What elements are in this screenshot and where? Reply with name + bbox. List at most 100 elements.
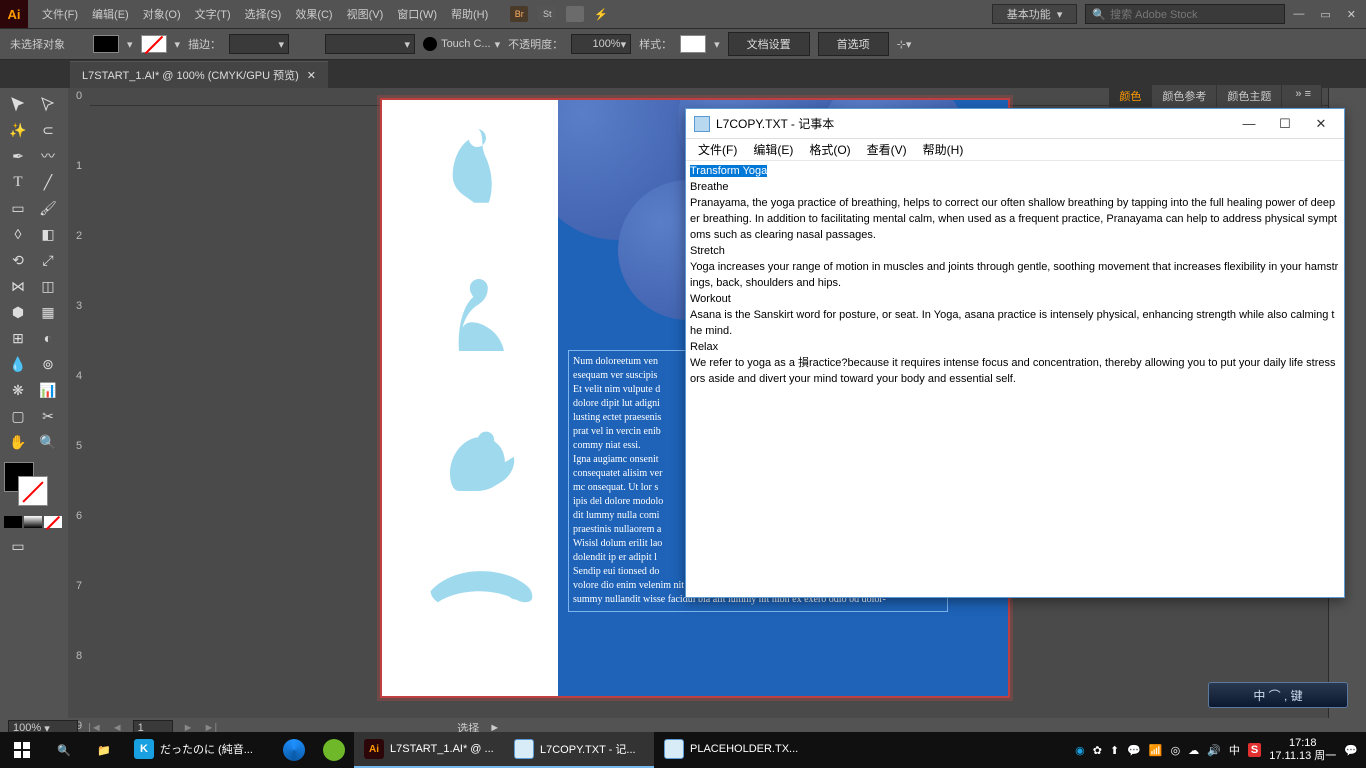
panel-more-icon[interactable]: » ≡ [1282, 85, 1322, 107]
scale-tool[interactable]: ⤢ [34, 248, 62, 272]
notepad-min-icon[interactable]: — [1234, 116, 1264, 131]
menu-type[interactable]: 文字(T) [189, 2, 237, 26]
tray-wechat-icon[interactable]: 💬 [1127, 744, 1141, 757]
paintbrush-tool[interactable]: 🖌 [34, 196, 62, 220]
eraser-tool[interactable]: ◧ [34, 222, 62, 246]
artboard-tool[interactable]: ▢ [4, 404, 32, 428]
free-transform-tool[interactable]: ◫ [34, 274, 62, 298]
stroke-weight-dropdown[interactable]: ▾ [229, 34, 289, 54]
gpu-icon[interactable]: ⚡ [594, 8, 608, 21]
tray-notifications-icon[interactable]: 💬 [1344, 744, 1358, 757]
width-tool[interactable]: ⋈ [4, 274, 32, 298]
tray-icon[interactable]: ⬆ [1110, 744, 1119, 757]
stock-icon[interactable]: St [538, 6, 556, 22]
brush-swatch[interactable]: Touch C... ▾ [423, 37, 500, 51]
notepad-window[interactable]: L7COPY.TXT - 记事本 — ☐ ✕ 文件(F) 编辑(E) 格式(O)… [685, 108, 1345, 598]
vwp-dropdown[interactable]: ▾ [325, 34, 415, 54]
stroke-swatch[interactable] [141, 35, 167, 53]
hand-tool[interactable]: ✋ [4, 430, 32, 454]
prefs-button[interactable]: 首选项 [818, 32, 889, 56]
window-min-icon[interactable]: — [1293, 8, 1304, 21]
tab-close-icon[interactable]: ✕ [307, 69, 316, 82]
ime-indicator[interactable]: 中 ⌒ , 键 [1208, 682, 1348, 708]
document-tab[interactable]: L7START_1.AI* @ 100% (CMYK/GPU 预览) ✕ [70, 61, 328, 88]
menu-edit[interactable]: 编辑(E) [86, 2, 135, 26]
taskbar-clock[interactable]: 17:18 17.11.13 周一 [1269, 737, 1336, 763]
taskbar-notepad-1[interactable]: L7COPY.TXT - 记... [504, 732, 654, 768]
explorer-icon[interactable]: 📁 [84, 732, 124, 768]
zoom-tool[interactable]: 🔍 [34, 430, 62, 454]
menu-select[interactable]: 选择(S) [239, 2, 288, 26]
stroke-color[interactable] [18, 476, 48, 506]
color-mode-solid[interactable] [4, 516, 22, 528]
taskbar-illustrator[interactable]: AiL7START_1.AI* @ ... [354, 732, 504, 768]
taskbar-browser[interactable] [314, 732, 354, 768]
symbol-sprayer-tool[interactable]: ❋ [4, 378, 32, 402]
bridge-icon[interactable]: Br [510, 6, 528, 22]
window-max-icon[interactable]: ▭ [1320, 8, 1330, 21]
tray-icon[interactable]: ◉ [1075, 744, 1085, 757]
fill-swatch[interactable] [93, 35, 119, 53]
yoga-pose-4[interactable] [426, 550, 536, 640]
line-tool[interactable]: ╱ [34, 170, 62, 194]
perspective-tool[interactable]: ▦ [34, 300, 62, 324]
lasso-tool[interactable]: ⊂ [34, 118, 62, 142]
search-stock-input[interactable]: 🔍 搜索 Adobe Stock [1085, 4, 1285, 24]
start-button[interactable] [0, 732, 44, 768]
taskbar-kugou[interactable]: Kだったのに (純音... [124, 732, 274, 768]
direct-selection-tool[interactable] [34, 92, 62, 116]
rotate-tool[interactable]: ⟲ [4, 248, 32, 272]
tray-onedrive-icon[interactable]: ☁ [1188, 744, 1199, 757]
taskbar-notepad-2[interactable]: PLACEHOLDER.TX... [654, 732, 808, 768]
menu-effect[interactable]: 效果(C) [289, 2, 338, 26]
menu-window[interactable]: 窗口(W) [391, 2, 443, 26]
blend-tool[interactable]: ⊚ [34, 352, 62, 376]
pen-tool[interactable]: ✒ [4, 144, 32, 168]
shape-builder-tool[interactable]: ⬢ [4, 300, 32, 324]
arrange-icon[interactable] [566, 6, 584, 22]
menu-object[interactable]: 对象(O) [137, 2, 187, 26]
style-swatch[interactable] [680, 35, 706, 53]
notepad-max-icon[interactable]: ☐ [1270, 116, 1300, 132]
menu-view[interactable]: 视图(V) [341, 2, 390, 26]
notepad-close-icon[interactable]: ✕ [1306, 116, 1336, 132]
shaper-tool[interactable]: ◊ [4, 222, 32, 246]
taskbar-edge[interactable] [274, 732, 314, 768]
selection-tool[interactable] [4, 92, 32, 116]
menu-file[interactable]: 文件(F) [36, 2, 84, 26]
tab-color-guide[interactable]: 颜色参考 [1152, 85, 1217, 107]
magic-wand-tool[interactable]: ✨ [4, 118, 32, 142]
np-menu-help[interactable]: 帮助(H) [917, 139, 970, 160]
rectangle-tool[interactable]: ▭ [4, 196, 32, 220]
tray-volume-icon[interactable]: 🔊 [1207, 744, 1221, 757]
search-icon[interactable]: 🔍 [44, 732, 84, 768]
yoga-pose-1[interactable] [432, 120, 522, 210]
transform-icon[interactable]: ⊹▾ [897, 38, 912, 51]
tray-network-icon[interactable]: 📶 [1149, 744, 1163, 757]
tab-color-themes[interactable]: 颜色主题 [1217, 85, 1282, 107]
color-mode-gradient[interactable] [24, 516, 42, 528]
opacity-dropdown[interactable]: 100% ▾ [571, 34, 631, 54]
yoga-pose-3[interactable] [432, 410, 522, 500]
tab-color[interactable]: 颜色 [1109, 85, 1152, 107]
workspace-switcher[interactable]: 基本功能 ▾ [992, 4, 1078, 24]
np-menu-view[interactable]: 查看(V) [861, 139, 913, 160]
np-menu-file[interactable]: 文件(F) [692, 139, 743, 160]
notepad-textarea[interactable]: Transform Yoga Breathe Pranayama, the yo… [686, 161, 1344, 597]
menu-help[interactable]: 帮助(H) [445, 2, 494, 26]
tray-icon[interactable]: ✿ [1093, 744, 1102, 757]
doc-setup-button[interactable]: 文档设置 [728, 32, 810, 56]
gradient-tool[interactable]: ◐ [34, 326, 62, 350]
curvature-tool[interactable]: 〰 [34, 144, 62, 168]
screen-mode-icon[interactable]: ▭ [4, 534, 32, 558]
slice-tool[interactable]: ✂ [34, 404, 62, 428]
window-close-icon[interactable]: ✕ [1347, 8, 1356, 21]
eyedropper-tool[interactable]: 💧 [4, 352, 32, 376]
yoga-pose-2[interactable] [432, 270, 522, 360]
graph-tool[interactable]: 📊 [34, 378, 62, 402]
tray-sogou-icon[interactable]: S [1248, 743, 1261, 757]
tray-ime-icon[interactable]: 中 [1229, 742, 1240, 758]
color-mode-none[interactable] [44, 516, 62, 528]
tray-icon[interactable]: ◎ [1171, 744, 1181, 757]
np-menu-edit[interactable]: 编辑(E) [747, 139, 799, 160]
